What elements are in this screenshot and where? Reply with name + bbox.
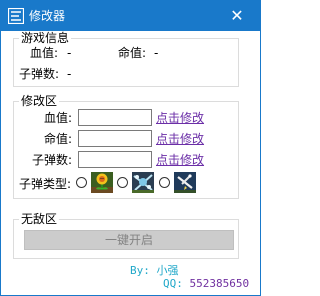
qq-credit: QQ: 552385650 <box>163 277 249 290</box>
game-info-legend: 游戏信息 <box>19 31 72 45</box>
enable-invincible-button[interactable]: 一键开启 <box>24 230 234 250</box>
ammo-info-value: - <box>67 67 72 81</box>
starfruit-plant-icon[interactable] <box>174 172 196 193</box>
qq-number: 552385650 <box>189 277 250 290</box>
blood-edit-label: 血值: <box>44 111 73 125</box>
qq-label: QQ: <box>163 277 183 290</box>
invincible-legend: 无敌区 <box>19 212 60 226</box>
modify-legend: 修改区 <box>19 94 60 108</box>
blood-modify-link[interactable]: 点击修改 <box>156 111 204 125</box>
bullet-type-label: 子弹类型: <box>19 177 72 191</box>
life-info-label: 命值: <box>118 46 147 60</box>
ammo-modify-link[interactable]: 点击修改 <box>156 153 204 167</box>
ammo-edit-label: 子弹数: <box>32 153 73 167</box>
blood-info-value: - <box>67 46 72 60</box>
bullet-type-radio-3[interactable] <box>159 177 170 188</box>
bullet-type-radio-1[interactable] <box>76 177 87 188</box>
snow-pea-plant-icon[interactable] <box>132 172 154 193</box>
blood-input[interactable] <box>78 109 152 126</box>
bullet-type-radio-2[interactable] <box>117 177 128 188</box>
life-info-value: - <box>154 46 159 60</box>
title-bar[interactable]: 修改器 ✕ <box>1 1 260 31</box>
window-title: 修改器 <box>29 9 66 23</box>
ammo-info-label: 子弹数: <box>19 67 60 81</box>
ammo-input[interactable] <box>78 151 152 168</box>
app-logo-icon <box>8 8 24 24</box>
author-credit: By: 小强 <box>130 264 179 277</box>
sunflower-plant-icon[interactable] <box>91 172 113 193</box>
life-edit-label: 命值: <box>44 132 73 146</box>
close-button[interactable]: ✕ <box>214 1 260 31</box>
blood-info-label: 血值: <box>30 46 59 60</box>
life-modify-link[interactable]: 点击修改 <box>156 132 204 146</box>
main-window: 修改器 ✕ 游戏信息 血值: - 命值: - 子弹数: - 修改区 血值: 点击… <box>0 0 261 296</box>
life-input[interactable] <box>78 130 152 147</box>
